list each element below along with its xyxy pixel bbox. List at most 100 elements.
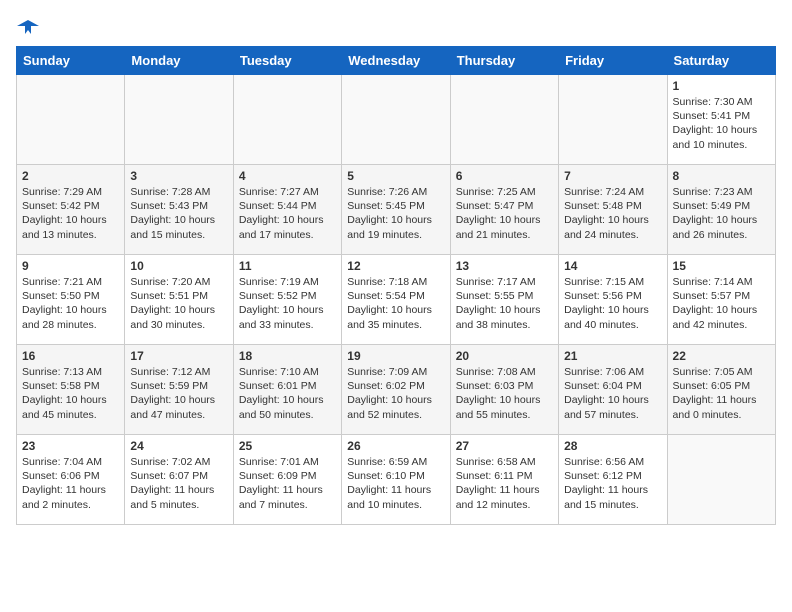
day-number: 12 [347, 259, 444, 273]
calendar-cell [17, 75, 125, 165]
calendar-cell: 9 Sunrise: 7:21 AM Sunset: 5:50 PM Daylig… [17, 255, 125, 345]
day-info: Sunrise: 7:13 AM Sunset: 5:58 PM Dayligh… [22, 365, 119, 422]
calendar-cell: 22 Sunrise: 7:05 AM Sunset: 6:05 PM Dayli… [667, 345, 775, 435]
calendar-cell: 27 Sunrise: 6:58 AM Sunset: 6:11 PM Dayli… [450, 435, 558, 525]
calendar-cell: 20 Sunrise: 7:08 AM Sunset: 6:03 PM Dayli… [450, 345, 558, 435]
day-number: 2 [22, 169, 119, 183]
calendar-cell: 17 Sunrise: 7:12 AM Sunset: 5:59 PM Dayli… [125, 345, 233, 435]
calendar-cell: 15 Sunrise: 7:14 AM Sunset: 5:57 PM Dayli… [667, 255, 775, 345]
day-number: 14 [564, 259, 661, 273]
calendar-cell [667, 435, 775, 525]
calendar-cell: 23Sunrise: 7:04 AM Sunset: 6:06 PM Dayli… [17, 435, 125, 525]
day-number: 26 [347, 439, 444, 453]
day-info: Sunrise: 7:30 AM Sunset: 5:41 PM Dayligh… [673, 95, 770, 152]
calendar-week-row: 16 Sunrise: 7:13 AM Sunset: 5:58 PM Dayli… [17, 345, 776, 435]
logo-bird-icon [17, 16, 39, 38]
calendar-cell: 2 Sunrise: 7:29 AM Sunset: 5:42 PM Daylig… [17, 165, 125, 255]
day-number: 16 [22, 349, 119, 363]
calendar-week-row: 2 Sunrise: 7:29 AM Sunset: 5:42 PM Daylig… [17, 165, 776, 255]
day-number: 10 [130, 259, 227, 273]
day-info: Sunrise: 7:09 AM Sunset: 6:02 PM Dayligh… [347, 365, 444, 422]
calendar-cell: 21 Sunrise: 7:06 AM Sunset: 6:04 PM Dayli… [559, 345, 667, 435]
calendar-week-row: 1 Sunrise: 7:30 AM Sunset: 5:41 PM Daylig… [17, 75, 776, 165]
day-info: Sunrise: 7:05 AM Sunset: 6:05 PM Dayligh… [673, 365, 770, 422]
day-info: Sunrise: 7:23 AM Sunset: 5:49 PM Dayligh… [673, 185, 770, 242]
calendar-cell: 25 Sunrise: 7:01 AM Sunset: 6:09 PM Dayli… [233, 435, 341, 525]
calendar-cell [450, 75, 558, 165]
calendar-header-row: SundayMondayTuesdayWednesdayThursdayFrid… [17, 47, 776, 75]
day-info: Sunrise: 7:27 AM Sunset: 5:44 PM Dayligh… [239, 185, 336, 242]
day-info: Sunrise: 7:18 AM Sunset: 5:54 PM Dayligh… [347, 275, 444, 332]
weekday-header-thursday: Thursday [450, 47, 558, 75]
calendar-cell: 13Sunrise: 7:17 AM Sunset: 5:55 PM Dayli… [450, 255, 558, 345]
day-number: 18 [239, 349, 336, 363]
calendar-cell [342, 75, 450, 165]
calendar-cell [559, 75, 667, 165]
calendar-cell: 8 Sunrise: 7:23 AM Sunset: 5:49 PM Daylig… [667, 165, 775, 255]
calendar-cell: 18 Sunrise: 7:10 AM Sunset: 6:01 PM Dayli… [233, 345, 341, 435]
day-number: 5 [347, 169, 444, 183]
calendar-cell: 3 Sunrise: 7:28 AM Sunset: 5:43 PM Daylig… [125, 165, 233, 255]
day-info: Sunrise: 7:06 AM Sunset: 6:04 PM Dayligh… [564, 365, 661, 422]
day-info: Sunrise: 6:56 AM Sunset: 6:12 PM Dayligh… [564, 455, 661, 512]
day-info: Sunrise: 7:02 AM Sunset: 6:07 PM Dayligh… [130, 455, 227, 512]
calendar-table: SundayMondayTuesdayWednesdayThursdayFrid… [16, 46, 776, 525]
day-number: 20 [456, 349, 553, 363]
calendar-cell: 24 Sunrise: 7:02 AM Sunset: 6:07 PM Dayli… [125, 435, 233, 525]
day-info: Sunrise: 6:58 AM Sunset: 6:11 PM Dayligh… [456, 455, 553, 512]
calendar-cell: 28 Sunrise: 6:56 AM Sunset: 6:12 PM Dayli… [559, 435, 667, 525]
day-number: 1 [673, 79, 770, 93]
calendar-cell [233, 75, 341, 165]
weekday-header-tuesday: Tuesday [233, 47, 341, 75]
day-info: Sunrise: 7:21 AM Sunset: 5:50 PM Dayligh… [22, 275, 119, 332]
calendar-cell: 5Sunrise: 7:26 AM Sunset: 5:45 PM Daylig… [342, 165, 450, 255]
day-info: Sunrise: 7:14 AM Sunset: 5:57 PM Dayligh… [673, 275, 770, 332]
logo [16, 16, 40, 38]
day-info: Sunrise: 7:28 AM Sunset: 5:43 PM Dayligh… [130, 185, 227, 242]
day-number: 22 [673, 349, 770, 363]
day-info: Sunrise: 7:20 AM Sunset: 5:51 PM Dayligh… [130, 275, 227, 332]
day-info: Sunrise: 7:08 AM Sunset: 6:03 PM Dayligh… [456, 365, 553, 422]
day-number: 17 [130, 349, 227, 363]
day-number: 8 [673, 169, 770, 183]
day-number: 27 [456, 439, 553, 453]
day-info: Sunrise: 7:12 AM Sunset: 5:59 PM Dayligh… [130, 365, 227, 422]
calendar-week-row: 9 Sunrise: 7:21 AM Sunset: 5:50 PM Daylig… [17, 255, 776, 345]
calendar-cell: 1 Sunrise: 7:30 AM Sunset: 5:41 PM Daylig… [667, 75, 775, 165]
weekday-header-saturday: Saturday [667, 47, 775, 75]
day-number: 9 [22, 259, 119, 273]
day-info: Sunrise: 7:19 AM Sunset: 5:52 PM Dayligh… [239, 275, 336, 332]
day-number: 24 [130, 439, 227, 453]
weekday-header-friday: Friday [559, 47, 667, 75]
weekday-header-sunday: Sunday [17, 47, 125, 75]
calendar-cell [125, 75, 233, 165]
day-info: Sunrise: 7:15 AM Sunset: 5:56 PM Dayligh… [564, 275, 661, 332]
day-number: 25 [239, 439, 336, 453]
day-info: Sunrise: 7:17 AM Sunset: 5:55 PM Dayligh… [456, 275, 553, 332]
calendar-cell: 7 Sunrise: 7:24 AM Sunset: 5:48 PM Daylig… [559, 165, 667, 255]
day-number: 11 [239, 259, 336, 273]
weekday-header-monday: Monday [125, 47, 233, 75]
day-number: 7 [564, 169, 661, 183]
calendar-cell: 11 Sunrise: 7:19 AM Sunset: 5:52 PM Dayli… [233, 255, 341, 345]
day-info: Sunrise: 7:29 AM Sunset: 5:42 PM Dayligh… [22, 185, 119, 242]
day-info: Sunrise: 6:59 AM Sunset: 6:10 PM Dayligh… [347, 455, 444, 512]
day-number: 21 [564, 349, 661, 363]
day-info: Sunrise: 7:10 AM Sunset: 6:01 PM Dayligh… [239, 365, 336, 422]
day-number: 4 [239, 169, 336, 183]
day-number: 3 [130, 169, 227, 183]
calendar-cell: 26 Sunrise: 6:59 AM Sunset: 6:10 PM Dayli… [342, 435, 450, 525]
day-info: Sunrise: 7:01 AM Sunset: 6:09 PM Dayligh… [239, 455, 336, 512]
day-number: 28 [564, 439, 661, 453]
calendar-cell: 6Sunrise: 7:25 AM Sunset: 5:47 PM Daylig… [450, 165, 558, 255]
calendar-cell: 16 Sunrise: 7:13 AM Sunset: 5:58 PM Dayli… [17, 345, 125, 435]
calendar-cell: 12 Sunrise: 7:18 AM Sunset: 5:54 PM Dayli… [342, 255, 450, 345]
calendar-cell: 14 Sunrise: 7:15 AM Sunset: 5:56 PM Dayli… [559, 255, 667, 345]
day-info: Sunrise: 7:24 AM Sunset: 5:48 PM Dayligh… [564, 185, 661, 242]
day-info: Sunrise: 7:04 AM Sunset: 6:06 PM Dayligh… [22, 455, 119, 512]
day-number: 19 [347, 349, 444, 363]
weekday-header-wednesday: Wednesday [342, 47, 450, 75]
day-number: 6 [456, 169, 553, 183]
day-number: 15 [673, 259, 770, 273]
page-header [16, 16, 776, 38]
